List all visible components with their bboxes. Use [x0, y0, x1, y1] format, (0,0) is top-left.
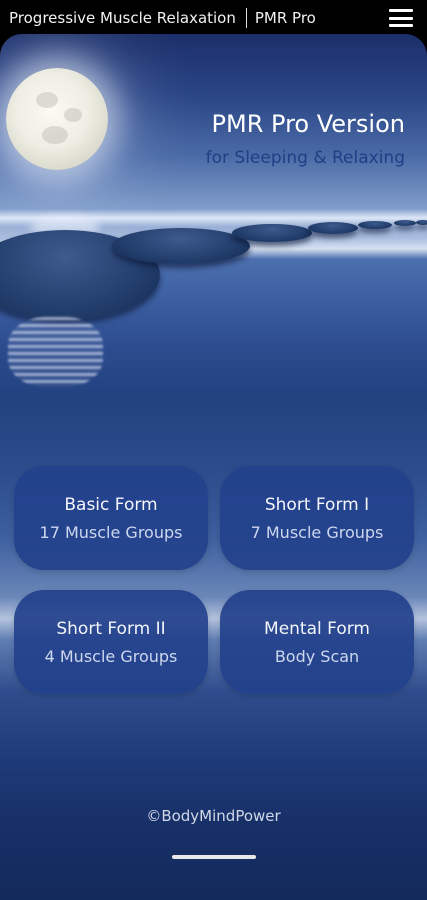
form-detail: 4 Muscle Groups — [44, 646, 178, 666]
form-title: Basic Form — [64, 494, 158, 515]
form-title: Short Form I — [264, 494, 370, 515]
stepping-stone — [232, 224, 312, 242]
stepping-stone — [394, 220, 416, 226]
home-indicator[interactable] — [172, 855, 256, 859]
form-detail: 7 Muscle Groups — [250, 522, 384, 542]
main-screen: PMR Pro Version for Sleeping & Relaxing … — [0, 34, 427, 900]
basic-form-button[interactable]: Basic Form 17 Muscle Groups — [14, 466, 208, 570]
hamburger-menu-icon[interactable] — [389, 9, 413, 27]
moon-mare — [64, 108, 82, 122]
form-title: Mental Form — [264, 618, 370, 639]
moon-mare — [42, 126, 68, 144]
short-form-2-button[interactable]: Short Form II 4 Muscle Groups — [14, 590, 208, 694]
stepping-stone — [416, 220, 427, 225]
title-separator — [245, 8, 247, 28]
hero-subtitle: for Sleeping & Relaxing — [205, 148, 405, 168]
form-detail: 17 Muscle Groups — [39, 522, 183, 542]
app-subtitle: PMR Pro — [254, 9, 316, 27]
stepping-stone — [358, 221, 392, 229]
menu-line — [389, 9, 413, 12]
water-reflection — [8, 317, 103, 387]
stepping-stone — [308, 222, 358, 234]
copyright-link[interactable]: ©BodyMindPower — [0, 807, 427, 825]
app-bar: Progressive Muscle Relaxation PMR Pro — [0, 0, 427, 36]
stepping-stone — [112, 228, 250, 264]
app-title: Progressive Muscle Relaxation — [9, 9, 236, 27]
short-form-1-button[interactable]: Short Form I 7 Muscle Groups — [220, 466, 414, 570]
hero-title: PMR Pro Version — [211, 110, 405, 138]
moon-mare — [36, 92, 58, 108]
moon-image — [6, 68, 108, 170]
menu-line — [389, 24, 413, 27]
menu-line — [389, 16, 413, 20]
form-title: Short Form II — [56, 618, 166, 639]
form-detail: Body Scan — [274, 646, 360, 666]
mental-form-button[interactable]: Mental Form Body Scan — [220, 590, 414, 694]
